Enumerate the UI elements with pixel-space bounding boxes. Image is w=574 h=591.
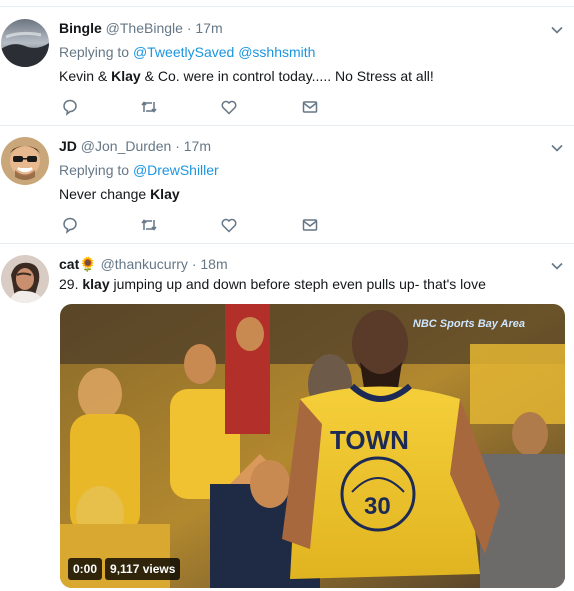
avatar[interactable]	[1, 19, 49, 67]
broadcaster-logo: NBC Sports Bay Area	[412, 318, 525, 330]
tweet-text: Never change Klay	[59, 185, 180, 203]
user-handle[interactable]: @TheBingle	[106, 20, 183, 36]
highlight-keyword: Klay	[150, 186, 180, 202]
heart-icon[interactable]	[220, 216, 238, 234]
text-segment: 29.	[59, 276, 83, 292]
reply-icon[interactable]	[61, 216, 79, 234]
timeline-divider	[0, 0, 574, 7]
tweet-text: 29. klay jumping up and down before step…	[59, 275, 486, 293]
tweet-header: JD @Jon_Durden · 17m	[59, 137, 211, 155]
tweet-header: cat🌻 @thankucurry · 18m	[59, 255, 228, 273]
display-name[interactable]: cat🌻	[59, 256, 97, 272]
mention-link[interactable]: @sshhsmith	[238, 44, 315, 60]
text-segment: & Co. were in control today..... No Stre…	[140, 68, 434, 84]
tweet-actions	[59, 216, 339, 236]
text-segment: Kevin &	[59, 68, 112, 84]
view-count: 9,117 views	[105, 558, 181, 580]
timestamp[interactable]: 17m	[195, 20, 222, 36]
display-name[interactable]: Bingle	[59, 20, 102, 36]
reply-icon[interactable]	[61, 98, 79, 116]
highlight-keyword: klay	[82, 276, 110, 292]
highlight-keyword: Klay	[111, 68, 141, 84]
display-name-text: cat	[59, 256, 80, 272]
tweet-text: Kevin & Klay & Co. were in control today…	[59, 67, 434, 85]
retweet-icon[interactable]	[140, 216, 158, 234]
replying-label: Replying to	[59, 162, 130, 178]
replying-label: Replying to	[59, 44, 130, 60]
chevron-down-icon[interactable]	[550, 141, 564, 155]
mention-link[interactable]: @DrewShiller	[133, 162, 219, 178]
tweet-header: Bingle @TheBingle · 17m	[59, 19, 223, 37]
display-name[interactable]: JD	[59, 138, 77, 154]
tweet-jd[interactable]: JD @Jon_Durden · 17m Replying to @DrewSh…	[0, 126, 574, 244]
user-handle[interactable]: @Jon_Durden	[81, 138, 172, 154]
timestamp[interactable]: 18m	[200, 256, 227, 272]
separator: ·	[175, 138, 180, 154]
separator: ·	[191, 256, 197, 272]
jersey-text: TOWN	[330, 425, 409, 455]
envelope-icon[interactable]	[301, 98, 319, 116]
sunflower-emoji: 🌻	[79, 256, 97, 272]
avatar[interactable]	[1, 137, 49, 185]
video-badge: 0:00 9,117 views	[68, 558, 181, 580]
video-frame: TOWN 30	[60, 304, 565, 588]
retweet-icon[interactable]	[140, 98, 158, 116]
replying-to: Replying to @DrewShiller	[59, 161, 219, 179]
text-segment: jumping up and down before steph even pu…	[109, 276, 486, 292]
user-handle[interactable]: @thankucurry	[101, 256, 188, 272]
replying-to: Replying to @TweetlySaved @sshhsmith	[59, 43, 315, 61]
avatar[interactable]	[1, 255, 49, 303]
timestamp[interactable]: 17m	[184, 138, 211, 154]
heart-icon[interactable]	[220, 98, 238, 116]
text-segment: Never change	[59, 186, 151, 202]
tweet-bingle[interactable]: Bingle @TheBingle · 17m Replying to @Twe…	[0, 8, 574, 126]
video-player[interactable]: TOWN 30 NBC Sports Bay Area 0:00 9,117 v…	[60, 304, 565, 588]
tweet-actions	[59, 98, 339, 118]
chevron-down-icon[interactable]	[550, 259, 564, 273]
separator: ·	[186, 20, 192, 36]
envelope-icon[interactable]	[301, 216, 319, 234]
video-duration: 0:00	[68, 558, 103, 580]
chevron-down-icon[interactable]	[550, 23, 564, 37]
jersey-number: 30	[364, 493, 391, 520]
mention-link[interactable]: @TweetlySaved	[133, 44, 234, 60]
